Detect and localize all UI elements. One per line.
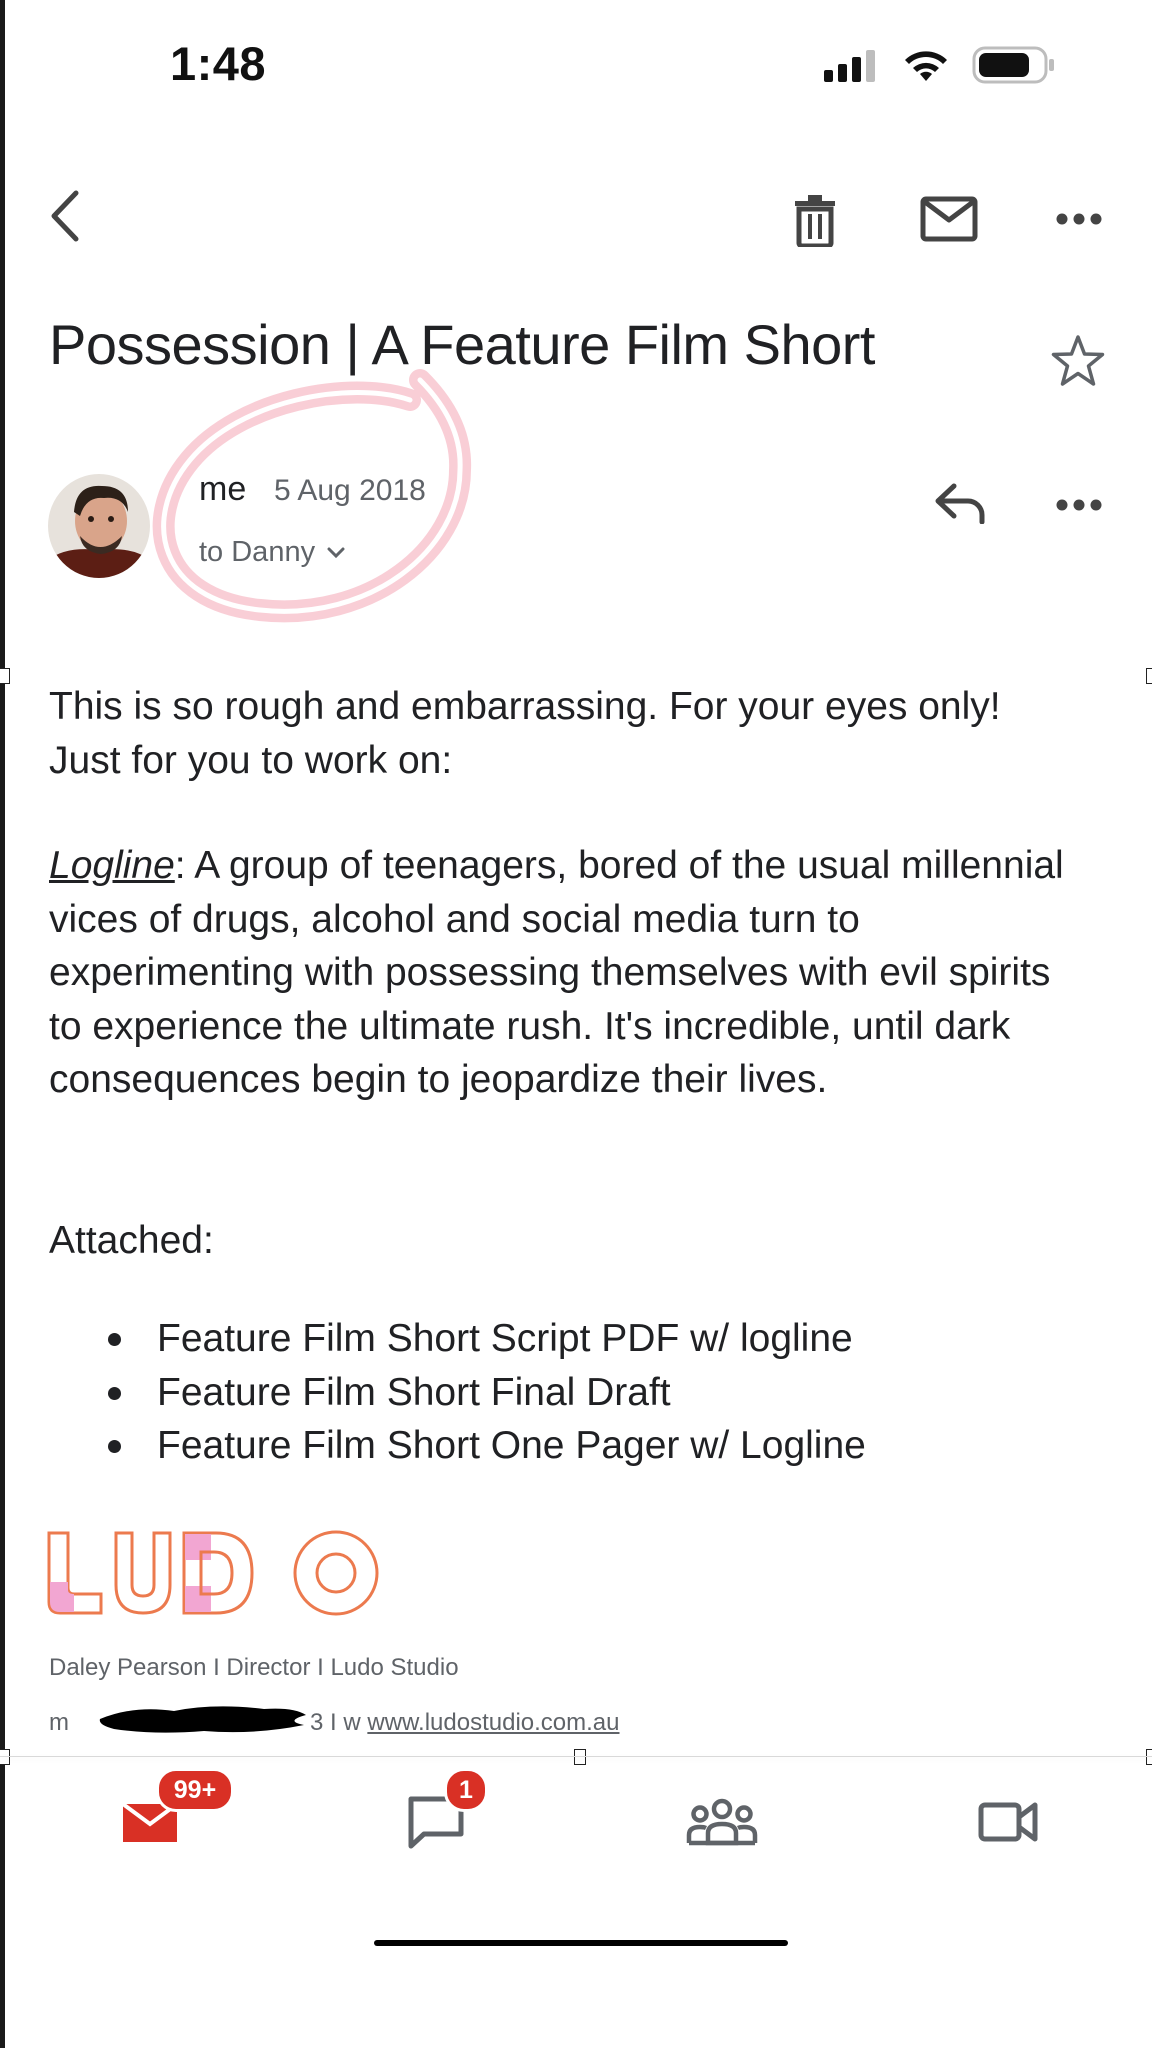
- selection-handle[interactable]: [1146, 1749, 1152, 1765]
- website-link[interactable]: www.ludostudio.com.au: [367, 1709, 619, 1736]
- mark-unread-button[interactable]: [918, 194, 980, 244]
- ludo-logo: [46, 1530, 382, 1621]
- body-paragraph: This is so rough and embarrassing. For y…: [49, 685, 1001, 782]
- chevron-down-icon: [327, 547, 345, 558]
- home-indicator[interactable]: [374, 1940, 788, 1946]
- redacted-fragment: 3 I w: [310, 1709, 361, 1736]
- more-horizontal-icon: [1056, 213, 1102, 225]
- trash-icon: [795, 195, 835, 247]
- video-camera-icon: [978, 1802, 1038, 1842]
- delete-button[interactable]: [790, 190, 840, 250]
- screen-edge: [0, 0, 5, 2048]
- nav-spaces[interactable]: [662, 1782, 782, 1862]
- sender-name: me: [199, 470, 247, 508]
- selection-handle[interactable]: [574, 1749, 586, 1765]
- reply-button[interactable]: [932, 480, 990, 526]
- wifi-icon: [905, 51, 947, 81]
- attachment-list: Feature Film Short Script PDF w/ logline…: [105, 1312, 866, 1473]
- bottom-nav-divider: [0, 1756, 1152, 1757]
- cellular-signal-icon: [824, 50, 875, 82]
- selection-handle[interactable]: [0, 668, 10, 684]
- signature-line: Daley Pearson I Director I Ludo Studio: [49, 1654, 459, 1681]
- logline-text: : A group of teenagers, bored of the usu…: [49, 844, 1064, 1101]
- more-horizontal-icon: [1056, 499, 1102, 511]
- nav-mail[interactable]: 99+: [90, 1768, 234, 1862]
- star-icon: [1051, 335, 1105, 386]
- list-item: Feature Film Short One Pager w/ Logline: [105, 1419, 866, 1473]
- status-icons: [824, 40, 1056, 90]
- list-item: Feature Film Short Script PDF w/ logline: [105, 1312, 866, 1366]
- people-icon: [686, 1798, 758, 1846]
- message-more-button[interactable]: [1052, 490, 1106, 520]
- battery-icon: [972, 46, 1054, 84]
- recipient-label: to Danny: [199, 536, 316, 568]
- contact-label-m: m: [49, 1709, 69, 1736]
- back-button[interactable]: [40, 186, 90, 246]
- mail-icon: [920, 196, 978, 242]
- logline-paragraph: Logline: A group of teenagers, bored of …: [49, 839, 1079, 1107]
- sent-date: 5 Aug 2018: [274, 474, 426, 507]
- more-options-button[interactable]: [1052, 204, 1106, 234]
- star-button[interactable]: [1050, 334, 1106, 393]
- redaction-scribble: [99, 1706, 307, 1733]
- selection-handle[interactable]: [0, 1749, 10, 1765]
- recipient-details-toggle[interactable]: to Danny: [199, 536, 345, 569]
- list-item: Feature Film Short Final Draft: [105, 1366, 866, 1420]
- chevron-left-icon: [51, 190, 79, 242]
- attached-label: Attached:: [49, 1219, 214, 1262]
- reply-icon: [935, 483, 985, 524]
- status-time: 1:48: [170, 37, 267, 90]
- nav-chat[interactable]: 1: [376, 1768, 496, 1862]
- signature-contact: 3 I w www.ludostudio.com.au: [310, 1709, 620, 1737]
- logline-label: Logline: [49, 844, 175, 887]
- nav-meet[interactable]: [948, 1782, 1068, 1862]
- selection-handle[interactable]: [1146, 668, 1152, 684]
- chat-badge: 1: [444, 1768, 488, 1812]
- ludo-logo-graphic: [47, 1530, 379, 1616]
- mail-badge: 99+: [156, 1768, 234, 1812]
